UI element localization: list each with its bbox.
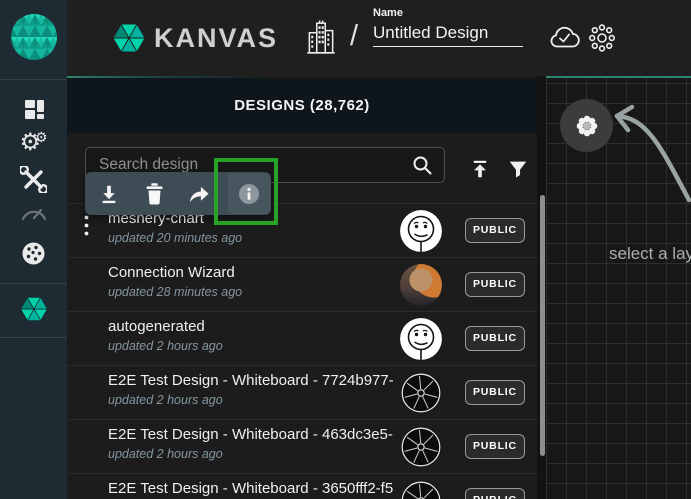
- performance-gauge-icon[interactable]: [0, 197, 67, 227]
- trash-icon[interactable]: [142, 181, 166, 205]
- visibility-badge: PUBLIC: [465, 488, 525, 499]
- design-row[interactable]: E2E Test Design - Whiteboard - 7724b977-…: [67, 365, 537, 419]
- designs-panel: DESIGNS (28,762): [67, 76, 537, 499]
- visibility-badge: PUBLIC: [465, 218, 525, 243]
- design-row[interactable]: autogenerated updated 2 hours ago PUBLIC: [67, 311, 537, 365]
- design-row[interactable]: Connection Wizard updated 28 minutes ago…: [67, 257, 537, 311]
- filter-icon[interactable]: [505, 156, 531, 182]
- designs-panel-header: DESIGNS (28,762): [67, 78, 537, 133]
- design-title: autogenerated: [108, 318, 205, 335]
- environment-nodes-icon[interactable]: [588, 23, 616, 57]
- owner-avatar-wheel: [400, 372, 442, 414]
- designs-count-title: DESIGNS (28,762): [234, 97, 370, 114]
- owner-avatar-wheel: [400, 480, 442, 499]
- visibility-badge: PUBLIC: [465, 380, 525, 405]
- kanvas-nav-icon[interactable]: [0, 294, 67, 324]
- layer5-logo-button[interactable]: [0, 0, 67, 80]
- owner-avatar-smiley: [400, 210, 442, 252]
- design-updated: updated 28 minutes ago: [108, 285, 242, 299]
- toolbox-icon[interactable]: [0, 164, 67, 194]
- share-icon[interactable]: [186, 182, 210, 206]
- design-name-group: Name: [373, 7, 525, 47]
- extensions-icon[interactable]: [0, 238, 67, 268]
- name-field-label: Name: [373, 7, 525, 19]
- design-updated: updated 2 hours ago: [108, 339, 223, 353]
- hint-arrow: [601, 103, 691, 208]
- upload-design-icon[interactable]: [467, 156, 493, 182]
- design-updated: updated 2 hours ago: [108, 447, 223, 461]
- canvas-hint-text: select a layer: [609, 244, 691, 264]
- list-scrollbar-thumb[interactable]: [540, 195, 545, 456]
- search-icon[interactable]: [412, 155, 433, 181]
- left-nav-sidebar: ⚙ ⚙: [0, 0, 67, 499]
- settings-gears-icon[interactable]: ⚙ ⚙: [0, 128, 67, 158]
- design-updated: updated 20 minutes ago: [108, 231, 242, 245]
- name-field-underline: [373, 46, 523, 47]
- breadcrumb-separator: /: [350, 20, 358, 53]
- selection-action-toolbar: [85, 172, 271, 215]
- design-title: E2E Test Design - Whiteboard - 7724b977-…: [108, 372, 393, 389]
- sidebar-divider: [0, 337, 67, 338]
- visibility-badge: PUBLIC: [465, 272, 525, 297]
- kebab-menu-icon[interactable]: [84, 215, 89, 242]
- sidebar-divider: [0, 283, 67, 284]
- design-title: E2E Test Design - Whiteboard - 3650fff2-…: [108, 480, 393, 497]
- design-canvas[interactable]: select a layer: [546, 76, 691, 499]
- design-row[interactable]: E2E Test Design - Whiteboard - 3650fff2-…: [67, 473, 537, 499]
- layer5-sphere-logo: [11, 14, 57, 65]
- info-icon[interactable]: [228, 173, 270, 214]
- owner-avatar-smiley: [400, 318, 442, 360]
- organization-building-icon[interactable]: [305, 20, 337, 61]
- cloud-saved-icon[interactable]: [549, 26, 581, 55]
- owner-avatar-wheel: [400, 426, 442, 468]
- dashboard-icon[interactable]: [0, 94, 67, 124]
- kanvas-hexagon-icon: [111, 20, 147, 61]
- visibility-badge: PUBLIC: [465, 434, 525, 459]
- top-app-bar: KANVAS / Name: [67, 0, 691, 76]
- download-icon[interactable]: [97, 182, 121, 206]
- design-title: Connection Wizard: [108, 264, 235, 281]
- flower-icon: [574, 113, 600, 139]
- design-name-input[interactable]: [373, 23, 523, 43]
- brand-wordmark: KANVAS: [154, 23, 278, 54]
- visibility-badge: PUBLIC: [465, 326, 525, 351]
- teal-accent-line: [67, 76, 546, 78]
- design-list: meshery-chart updated 20 minutes ago PUB…: [67, 203, 537, 499]
- owner-avatar-photo: [400, 264, 442, 306]
- design-updated: updated 2 hours ago: [108, 393, 223, 407]
- design-title: E2E Test Design - Whiteboard - 463dc3e5-: [108, 426, 393, 443]
- design-row[interactable]: E2E Test Design - Whiteboard - 463dc3e5-…: [67, 419, 537, 473]
